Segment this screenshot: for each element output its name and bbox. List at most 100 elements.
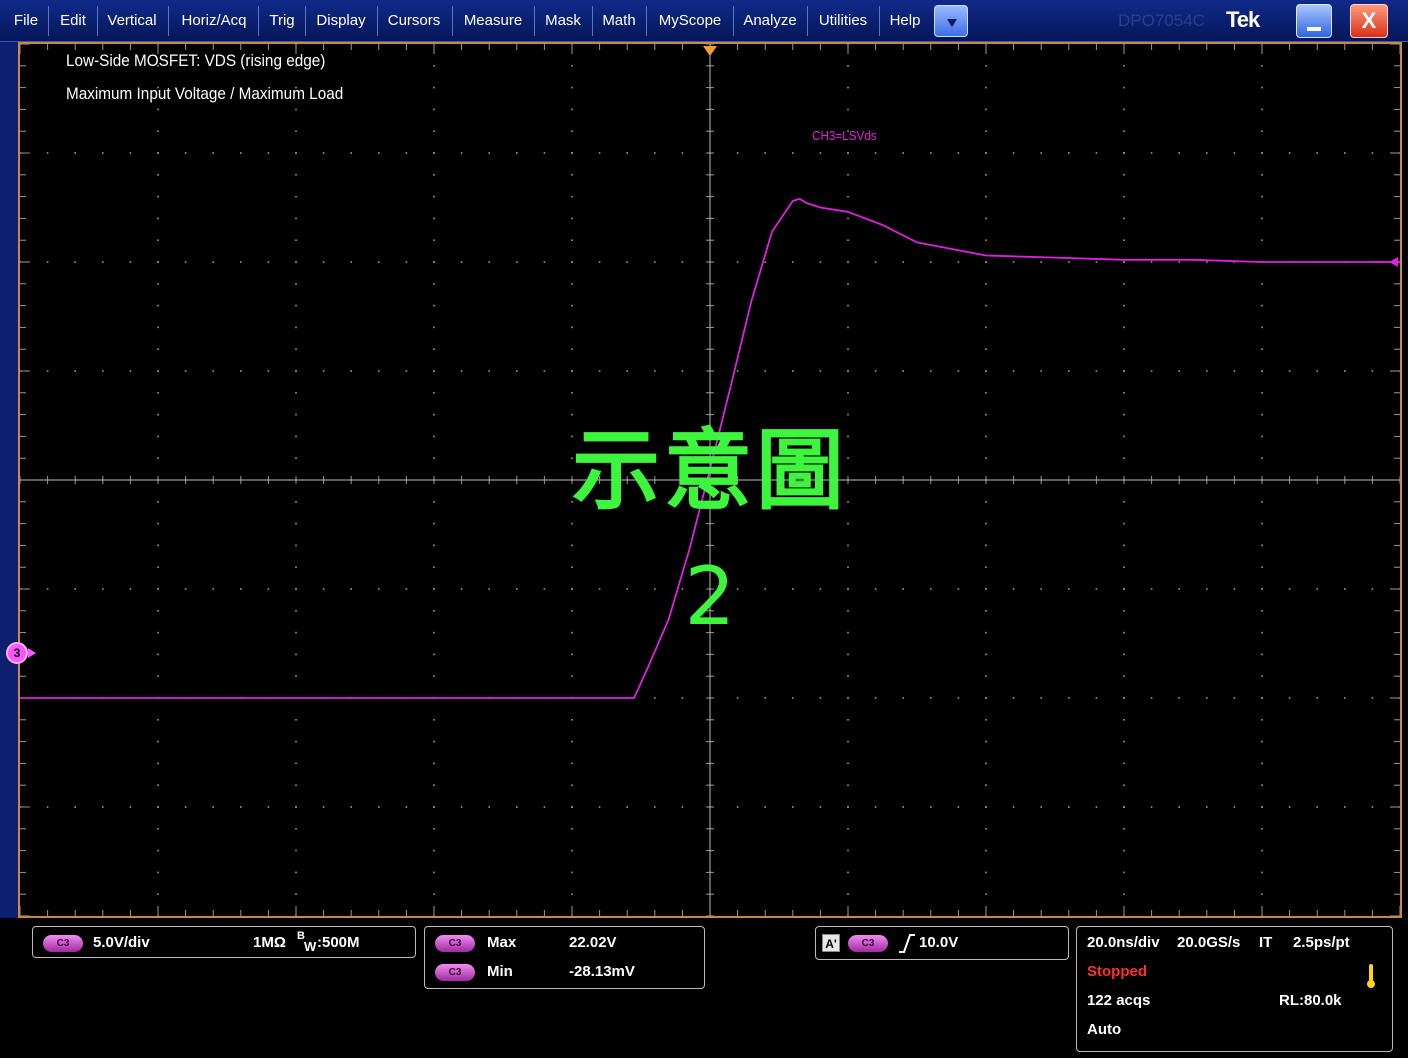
- grid-dot: [212, 806, 214, 808]
- grid-dot: [985, 195, 987, 198]
- grid-dot: [626, 261, 628, 263]
- grid-dot: [1261, 108, 1263, 111]
- grid-dot: [1288, 370, 1291, 372]
- grid-dot: [543, 588, 546, 590]
- menu-measure[interactable]: Measure: [456, 0, 530, 42]
- grid-dot: [847, 806, 849, 808]
- grid-dot: [433, 631, 435, 634]
- grid-dot: [1261, 501, 1263, 503]
- trigger-panel[interactable]: A' C3 10.0V: [815, 926, 1069, 960]
- menu-myscope[interactable]: MyScope: [650, 0, 730, 42]
- grid-dot: [322, 806, 325, 808]
- grid-dot: [654, 152, 656, 154]
- horizontal-panel[interactable]: 20.0ns/div 20.0GS/s IT 2.5ps/pt Stopped …: [1076, 926, 1393, 1052]
- grid-dot: [1206, 806, 1208, 808]
- meas-min-value: -28.13mV: [569, 963, 635, 980]
- grid-dot: [985, 65, 987, 67]
- grid-dot: [516, 261, 518, 263]
- grid-dot: [847, 217, 849, 220]
- menu-horiz-acq[interactable]: Horiz/Acq: [172, 0, 256, 42]
- grid-dot: [1261, 522, 1263, 525]
- grid-dot: [1233, 588, 1236, 590]
- grid-dot: [460, 261, 463, 263]
- grid-dot: [295, 370, 297, 372]
- grid-dot: [157, 675, 159, 677]
- minimize-icon[interactable]: [1296, 4, 1332, 38]
- grid-dot: [985, 413, 987, 416]
- menu-edit[interactable]: Edit: [52, 0, 94, 42]
- grid-dot: [1316, 697, 1318, 699]
- menu-vertical[interactable]: Vertical: [100, 0, 164, 42]
- grid-dot: [819, 370, 822, 372]
- chevron-down-icon[interactable]: [934, 5, 968, 37]
- grid-dot: [930, 697, 932, 699]
- grid-dot: [985, 457, 987, 459]
- menu-trig[interactable]: Trig: [262, 0, 302, 42]
- grid-dot: [847, 675, 849, 677]
- menu-utilities[interactable]: Utilities: [811, 0, 875, 42]
- grid-dot: [985, 762, 987, 765]
- grid-dot: [433, 86, 435, 89]
- grid-dot: [295, 653, 297, 656]
- grid-dot: [460, 152, 463, 154]
- grid-dot: [1123, 195, 1125, 198]
- caption-line-2: Maximum Input Voltage / Maximum Load: [66, 84, 344, 103]
- grid-dot: [985, 588, 987, 590]
- channel-3-marker[interactable]: 3: [6, 642, 28, 664]
- ch3-badge: C3: [43, 935, 83, 952]
- vertical-scale: 5.0V/div: [93, 934, 150, 951]
- grid-dot: [433, 610, 435, 612]
- waveform-display[interactable]: Low-Side MOSFET: VDS (rising edge) Maxim…: [18, 42, 1402, 918]
- grid-dot: [571, 217, 573, 220]
- close-button[interactable]: X: [1350, 4, 1388, 38]
- grid-dot: [295, 239, 297, 241]
- grid-dot: [74, 806, 76, 808]
- thermometer-icon: [1367, 964, 1375, 988]
- grid-dot: [764, 588, 766, 590]
- menu-file[interactable]: File: [6, 0, 46, 42]
- menu-help[interactable]: Help: [883, 0, 927, 42]
- grid-dot: [1095, 152, 1098, 154]
- grid-dot: [571, 152, 573, 154]
- grid-dot: [1344, 152, 1346, 154]
- grid-dot: [433, 457, 435, 459]
- grid-dot: [460, 588, 463, 590]
- grid-dot: [433, 719, 435, 721]
- grid-dot: [1261, 784, 1263, 786]
- grid-dot: [847, 108, 849, 111]
- grid-dot: [378, 152, 380, 154]
- grid-dot: [1178, 370, 1180, 372]
- grid-dot: [157, 108, 159, 111]
- grid-dot: [847, 326, 849, 329]
- grid-dot: [405, 370, 408, 372]
- measurement-panel[interactable]: C3 Max 22.02V C3 Min -28.13mV: [424, 926, 705, 989]
- grid-dot: [295, 152, 297, 154]
- grid-dot: [516, 370, 518, 372]
- grid-dot: [1123, 261, 1125, 263]
- grid-dot: [433, 653, 435, 656]
- grid-dot: [1178, 806, 1180, 808]
- grid-dot: [240, 152, 242, 154]
- grid-dot: [157, 261, 159, 263]
- grid-dot: [350, 588, 352, 590]
- grid-dot: [957, 261, 960, 263]
- menu-display[interactable]: Display: [309, 0, 373, 42]
- grid-dot: [1371, 152, 1374, 154]
- grid-dot: [1261, 457, 1263, 459]
- grid-dot: [295, 588, 297, 590]
- menu-mask[interactable]: Mask: [538, 0, 588, 42]
- grid-dot: [571, 610, 573, 612]
- vertical-panel[interactable]: C3 5.0V/div 1MΩ B W :500M: [32, 926, 416, 958]
- grid-dot: [295, 740, 297, 743]
- menu-math[interactable]: Math: [596, 0, 642, 42]
- grid-dot: [736, 152, 739, 154]
- grid-dot: [1040, 261, 1042, 263]
- grid-dot: [1261, 392, 1263, 394]
- grid-dot: [267, 152, 270, 154]
- menu-analyze[interactable]: Analyze: [737, 0, 803, 42]
- grid-dot: [571, 174, 573, 176]
- grid-dot: [847, 849, 849, 852]
- menu-cursors[interactable]: Cursors: [381, 0, 447, 42]
- grid-dot: [1123, 784, 1125, 786]
- grid-dot: [930, 370, 932, 372]
